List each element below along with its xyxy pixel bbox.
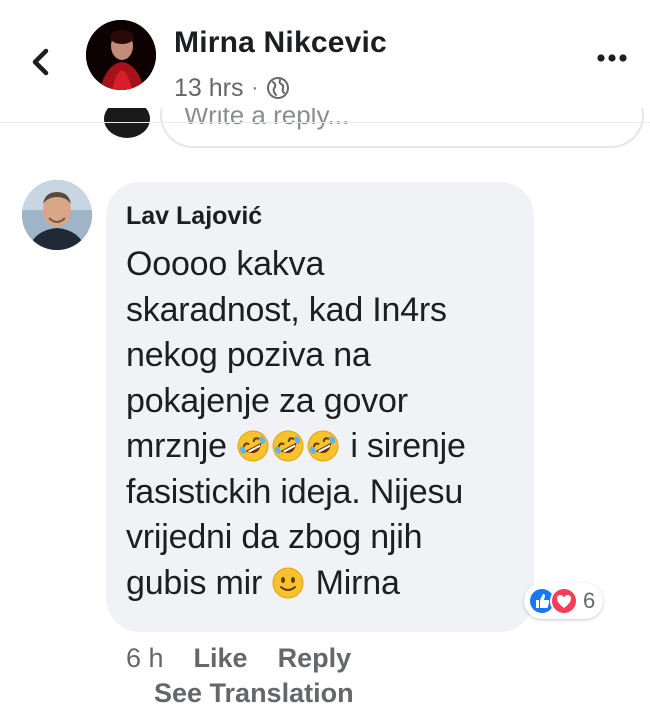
comment-line: vrijedni da zbog njih <box>126 518 423 556</box>
comment-line: Mirna <box>315 563 400 602</box>
reply-composer: Write a reply... <box>0 108 650 154</box>
comment-line-with-emoji: gubis mir Mirna <box>126 561 526 607</box>
globe-icon <box>266 76 290 100</box>
comment-line: pokajenje za govor <box>126 381 408 420</box>
rolling-on-floor-laughing-emoji <box>272 430 304 462</box>
header-divider <box>0 122 650 123</box>
chevron-left-icon <box>32 48 49 76</box>
like-button[interactable]: Like <box>194 643 248 674</box>
post-timestamp[interactable]: 13 hrs <box>174 74 243 103</box>
reply-button[interactable]: Reply <box>278 643 352 674</box>
commenter-name[interactable]: Lav Lajović <box>126 202 262 231</box>
comment-line: nekog poziva na <box>126 336 371 374</box>
author-avatar[interactable] <box>86 20 156 90</box>
slightly-smiling-face-emoji <box>272 567 304 598</box>
back-button[interactable] <box>24 42 60 82</box>
comment-bubble[interactable]: Lav Lajović Ooooo kakva skaradnost, kad … <box>106 182 534 632</box>
current-user-avatar <box>104 108 150 138</box>
comment-line: skaradnost, kad In4rs <box>126 290 447 329</box>
rolling-on-floor-laughing-emoji <box>237 430 269 462</box>
reply-placeholder: Write a reply... <box>184 108 350 130</box>
post-meta: 13 hrs · <box>174 72 290 104</box>
comment-line: gubis mir <box>126 563 263 602</box>
more-horizontal-icon <box>597 54 627 62</box>
rolling-on-floor-laughing-emoji <box>307 430 339 462</box>
see-translation-link[interactable]: See Translation <box>154 678 354 709</box>
reply-input[interactable]: Write a reply... <box>160 108 644 148</box>
comment-line: i sirenje <box>350 427 466 465</box>
comment-line: fasistickih ideja. Nijesu <box>126 472 464 511</box>
avatar-photo <box>86 20 156 90</box>
comment-timestamp[interactable]: 6 h <box>126 643 164 674</box>
comment-line: Ooooo kakva <box>126 245 325 283</box>
commenter-avatar[interactable] <box>22 180 92 250</box>
author-name[interactable]: Mirna Nikcevic <box>174 26 387 60</box>
comment-text: Ooooo kakva skaradnost, kad In4rs nekog … <box>126 242 526 606</box>
reaction-count: 6 <box>583 588 596 613</box>
comment-actions: 6 h Like Reply <box>126 640 381 676</box>
post-header: Mirna Nikcevic 13 hrs · <box>0 0 650 122</box>
comment-line: mrznje <box>126 427 227 465</box>
more-options-button[interactable] <box>594 48 630 68</box>
comment-line-with-emoji: mrznje i sirenje <box>126 424 526 470</box>
reactions-summary[interactable]: 6 <box>524 583 604 619</box>
commenter-photo <box>22 180 92 250</box>
love-reaction-icon <box>550 587 578 615</box>
meta-separator: · <box>251 76 259 99</box>
